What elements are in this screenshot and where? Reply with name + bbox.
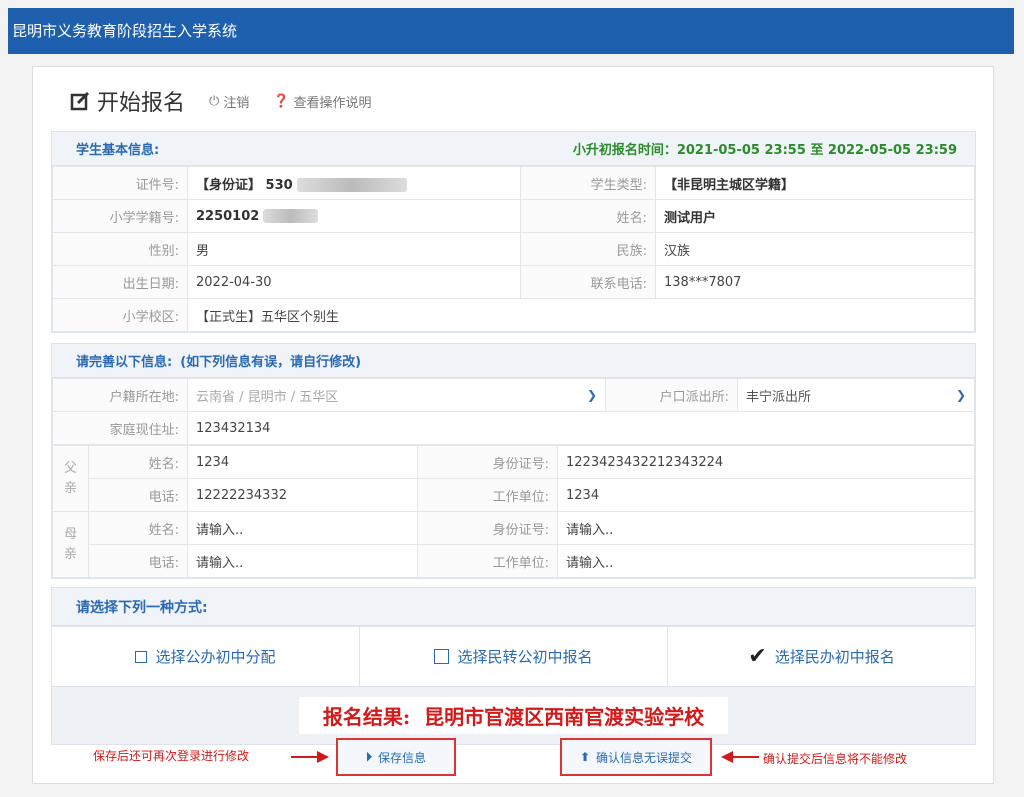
confirm-submit-button[interactable]: ⬆ 确认信息无误提交	[560, 738, 712, 776]
type-value: 【非昆明主城区学籍】	[655, 166, 975, 200]
mother-phone-label: 电话:	[88, 544, 188, 578]
help-link[interactable]: ❓ 查看操作说明	[273, 92, 371, 111]
phone-label: 联系电话:	[520, 265, 656, 299]
father-phone-label: 电话:	[88, 478, 188, 512]
checkbox[interactable]	[135, 650, 148, 663]
father-name-input[interactable]: 1234	[187, 445, 418, 479]
mother-id-label: 身份证号:	[417, 511, 558, 545]
complete-info-section: 请完善以下信息: (如下列信息有误，请自行修改) 户籍所在地: 云南省 / 昆明市…	[51, 343, 976, 579]
address-label: 家庭现住址:	[52, 411, 188, 445]
mother-name-input[interactable]: 请输入..	[187, 511, 418, 545]
redacted-blur	[263, 209, 319, 223]
father-name-label: 姓名:	[88, 445, 188, 479]
birth-label: 出生日期:	[52, 265, 188, 299]
id-value: 【身份证】 530	[187, 166, 521, 200]
mother-work-input[interactable]: 请输入..	[557, 544, 975, 578]
ethnic-value: 汉族	[655, 232, 975, 266]
result-label: 报名结果:	[322, 705, 411, 729]
mother-name-label: 姓名:	[88, 511, 188, 545]
checkbox[interactable]	[434, 649, 450, 664]
basic-info-section: 学生基本信息: 小升初报名时间：2021-05-05 23:55 至 2022-0…	[51, 131, 976, 333]
edit-icon	[70, 91, 90, 111]
result-school: 昆明市官渡区西南官渡实验学校	[424, 705, 705, 729]
gender-value: 男	[187, 232, 521, 266]
choose-section: 请选择下列一种方式: 选择公办初中分配 选择民转公初中报名 ✔ 选择民办初中报名 …	[51, 587, 976, 745]
name-label: 姓名:	[520, 199, 656, 233]
mother-work-label: 工作单位:	[417, 544, 558, 578]
ethnic-label: 民族:	[520, 232, 656, 266]
page-title: 开始报名	[97, 91, 186, 116]
question-icon: ❓	[273, 93, 290, 109]
save-note: 保存后还可再次登录进行修改	[93, 749, 250, 763]
father-id-label: 身份证号:	[417, 445, 558, 479]
father-phone-input[interactable]: 12222234332	[187, 478, 418, 512]
registration-period: 小升初报名时间：2021-05-05 23:55 至 2022-05-05 23…	[572, 143, 957, 158]
mother-phone-input[interactable]: 请输入..	[187, 544, 418, 578]
father-id-input[interactable]: 1223423432212343224	[557, 445, 975, 479]
birth-value: 2022-04-30	[187, 265, 521, 299]
app-title-bar: 昆明市义务教育阶段招生入学系统	[8, 8, 1014, 54]
save-button[interactable]: ⏵ 保存信息	[336, 738, 456, 776]
arrow-left-icon	[721, 751, 759, 763]
campus-label: 小学校区:	[52, 298, 188, 332]
mother-id-input[interactable]: 请输入..	[557, 511, 975, 545]
huji-label: 户籍所在地:	[52, 378, 188, 412]
chevron-down-icon: ❯	[586, 388, 597, 402]
save-icon: ⏵	[365, 749, 372, 764]
option-private[interactable]: ✔ 选择民办初中报名	[668, 627, 975, 686]
power-icon: ⏻	[209, 93, 220, 109]
option-public-assign[interactable]: 选择公办初中分配	[52, 627, 360, 686]
redacted-blur	[296, 178, 407, 192]
father-label: 父亲	[52, 445, 89, 512]
choose-heading: 请选择下列一种方式:	[76, 599, 208, 616]
id-label: 证件号:	[52, 166, 188, 200]
huji-select[interactable]: 云南省 / 昆明市 / 五华区 ❯	[187, 378, 606, 412]
campus-value: 【正式生】五华区个别生	[187, 298, 975, 332]
school-no-label: 小学学籍号:	[52, 199, 188, 233]
police-label: 户口派出所:	[605, 378, 738, 412]
panel-header: 开始报名 ⏻ 注销 ❓ 查看操作说明	[69, 85, 372, 117]
result-bar: 报名结果: 昆明市官渡区西南官渡实验学校	[52, 686, 975, 744]
confirm-note: 确认提交后信息将不能修改	[763, 752, 908, 766]
complete-info-hint: (如下列信息有误，请自行修改)	[180, 355, 362, 370]
upload-icon: ⬆	[579, 750, 591, 764]
type-label: 学生类型:	[520, 166, 656, 200]
name-value: 测试用户	[655, 199, 975, 233]
option-private-to-public[interactable]: 选择民转公初中报名	[360, 627, 668, 686]
chevron-down-icon: ❯	[955, 388, 966, 402]
mother-label: 母亲	[52, 511, 89, 578]
app-title: 昆明市义务教育阶段招生入学系统	[12, 22, 238, 40]
gender-label: 性别:	[52, 232, 188, 266]
arrow-right-icon	[291, 751, 329, 763]
father-work-label: 工作单位:	[417, 478, 558, 512]
logout-link[interactable]: ⏻ 注销	[209, 92, 249, 111]
police-select[interactable]: 丰宁派出所 ❯	[737, 378, 975, 412]
main-panel: 开始报名 ⏻ 注销 ❓ 查看操作说明 学生基本信息: 小升初报名时间：2021-05-…	[32, 66, 994, 784]
father-work-input[interactable]: 1234	[557, 478, 975, 512]
school-no-value: 2250102	[187, 199, 521, 233]
complete-info-heading: 请完善以下信息:	[76, 355, 173, 370]
checkmark-icon[interactable]: ✔	[748, 644, 766, 669]
phone-value: 138***7807	[655, 265, 975, 299]
address-input[interactable]: 123432134	[187, 411, 975, 445]
basic-info-heading: 学生基本信息:	[76, 143, 160, 158]
